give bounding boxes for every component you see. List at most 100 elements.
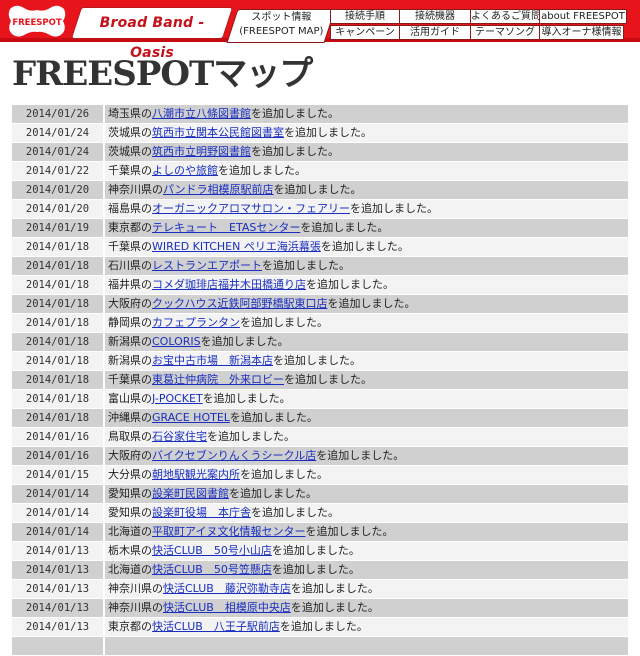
entry-spot-link[interactable]: 快活CLUB 藤沢弥勒寺店 (163, 582, 291, 595)
list-item: 2014/01/20 神奈川県のパンドラ相模原駅前店を追加しました。 (12, 181, 628, 199)
entry-text: 福井県のコメダ珈琲店福井木田橋通り店を追加しました。 (105, 276, 628, 294)
entry-spot-link[interactable]: 筑西市立関本公民館図書室 (152, 126, 284, 139)
list-item: 2014/01/18 千葉県の東葛辻仲病院 外来ロビーを追加しました。 (12, 371, 628, 389)
entry-prefecture: 北海道の (108, 525, 152, 538)
list-item: 2014/01/13 北海道の快活CLUB 50号笠懸店を追加しました。 (12, 561, 628, 579)
entry-date: 2014/01/14 (12, 485, 103, 503)
entry-spot-link[interactable]: 快活CLUB 八王子駅前店 (152, 620, 280, 633)
entry-text: 北海道の快活CLUB 50号笠懸店を追加しました。 (105, 561, 628, 579)
entry-spot-link[interactable]: レストランエアポート (152, 259, 262, 272)
entry-text: 大分県の朝地駅観光案内所を追加しました。 (105, 466, 628, 484)
list-item: 2014/01/18 福井県のコメダ珈琲店福井木田橋通り店を追加しました。 (12, 276, 628, 294)
nav-grid: 接続手順 キャンペーン 接続機器 活用ガイド よくあるご質問 テーマソング ab… (330, 9, 628, 41)
nav-campaign[interactable]: キャンペーン (330, 25, 400, 40)
entry-spot-link[interactable]: WIRED KITCHEN ペリエ海浜幕張 (152, 240, 321, 253)
entry-text: 東京都のテレキュート ETASセンターを追加しました。 (105, 219, 628, 237)
entry-spot-link[interactable]: 平取町アイヌ文化情報センター (152, 525, 305, 538)
list-item: 2014/01/19 東京都のテレキュート ETASセンターを追加しました。 (12, 219, 628, 237)
nav-about[interactable]: about FREESPOT (539, 9, 627, 24)
entry-spot-link[interactable]: GRACE HOTEL (152, 411, 230, 424)
entry-spot-link[interactable]: クックハウス近鉄阿部野橋駅東口店 (152, 297, 327, 310)
entry-suffix: を追加しました。 (284, 373, 372, 386)
entry-spot-link[interactable]: 東葛辻仲病院 外来ロビー (152, 373, 284, 386)
entry-spot-link[interactable]: 快活CLUB 50号笠懸店 (152, 563, 272, 576)
entry-prefecture: 静岡県の (108, 316, 152, 329)
entry-suffix: を追加しました。 (306, 278, 394, 291)
entry-date: 2014/01/18 (12, 390, 103, 408)
entry-suffix: を追加しました。 (327, 297, 416, 310)
entry-date: 2014/01/18 (12, 314, 103, 332)
nav-spot-info[interactable]: スポット情報 (FREESPOT MAP) (226, 9, 336, 43)
nav-usage-guide[interactable]: 活用ガイド (399, 25, 471, 40)
entry-spot-link[interactable]: 設楽町民図書館 (152, 487, 229, 500)
entry-spot-link[interactable]: パンドラ相模原駅前店 (163, 183, 274, 196)
entry-suffix: を追加しました。 (251, 107, 339, 120)
entry-spot-link[interactable]: COLORIS (152, 335, 201, 348)
entry-spot-link[interactable]: テレキュート ETASセンター (152, 221, 300, 234)
list-item: 2014/01/24 茨城県の筑西市立関本公民館図書室を追加しました。 (12, 124, 628, 142)
entry-suffix: を追加しました。 (229, 487, 317, 500)
entry-prefecture: 神奈川県の (108, 601, 163, 614)
list-item: 2014/01/16 大阪府のバイクセブンりんくうシークル店を追加しました。 (12, 447, 628, 465)
entry-spot-link[interactable]: お宝中古市場 新潟本店 (152, 354, 273, 367)
entry-text: 愛知県の設楽町民図書館を追加しました。 (105, 485, 628, 503)
entry-spot-link[interactable]: 朝地駅観光案内所 (152, 468, 240, 481)
nav-faq[interactable]: よくあるご質問 (470, 9, 540, 24)
entry-prefecture: 石川県の (108, 259, 152, 272)
entry-spot-link[interactable]: J-POCKET (152, 392, 203, 405)
nav-connection-steps[interactable]: 接続手順 (330, 9, 400, 24)
entry-prefecture: 大阪府の (108, 449, 152, 462)
entry-text: 神奈川県の快活CLUB 藤沢弥勒寺店を追加しました。 (105, 580, 628, 598)
entry-spot-link[interactable]: オーガニックアロマサロン・フェアリー (152, 202, 350, 215)
nav-devices[interactable]: 接続機器 (399, 9, 471, 24)
entry-date: 2014/01/26 (12, 105, 103, 123)
entry-spot-link[interactable]: コメダ珈琲店福井木田橋通り店 (152, 278, 306, 291)
entry-suffix: を追加しました。 (207, 430, 295, 443)
entry-prefecture: 福島県の (108, 202, 152, 215)
entry-spot-link[interactable]: カフェプランタン (152, 316, 240, 329)
entry-date: 2014/01/14 (12, 504, 103, 522)
entry-text: 千葉県のWIRED KITCHEN ペリエ海浜幕張を追加しました。 (105, 238, 628, 256)
entry-spot-link[interactable]: 八潮市立八條図書館 (152, 107, 251, 120)
page-title: FREESPOTマップ (12, 54, 313, 94)
entry-date: 2014/01/18 (12, 295, 103, 313)
entry-date: 2014/01/13 (12, 618, 103, 636)
entry-suffix: を追加しました。 (271, 544, 360, 557)
entry-suffix: を追加しました。 (305, 525, 394, 538)
entry-spot-link[interactable]: バイクセブンりんくうシークル店 (152, 449, 316, 462)
entry-date: 2014/01/13 (12, 542, 103, 560)
entry-text: 千葉県の東葛辻仲病院 外来ロビーを追加しました。 (105, 371, 628, 389)
entry-spot-link[interactable]: よしのや旅館 (152, 164, 218, 177)
entry-spot-link[interactable]: 筑西市立明野図書館 (152, 145, 251, 158)
entry-suffix: を追加しました。 (279, 620, 368, 633)
nav-owner-info[interactable]: 導入オーナ様情報 (539, 25, 624, 40)
list-item: 2014/01/18 石川県のレストランエアポートを追加しました。 (12, 257, 628, 275)
entry-date: 2014/01/16 (12, 447, 103, 465)
entry-spot-link[interactable]: 快活CLUB 相模原中央店 (163, 601, 291, 614)
entry-suffix: を追加しました。 (218, 164, 306, 177)
entry-suffix: を追加しました。 (200, 335, 289, 348)
entry-text: 千葉県のよしのや旅館を追加しました。 (105, 162, 628, 180)
entry-spot-link[interactable]: 快活CLUB 50号小山店 (152, 544, 272, 557)
entry-prefecture: 愛知県の (108, 487, 152, 500)
list-item: 2014/01/18 沖縄県のGRACE HOTELを追加しました。 (12, 409, 628, 427)
brand-banner[interactable]: Broad Band - Oasis (70, 7, 234, 61)
entry-spot-link[interactable]: 石谷家住宅 (152, 430, 207, 443)
entry-date: 2014/01/13 (12, 599, 103, 617)
entry-text: 埼玉県の八潮市立八條図書館を追加しました。 (105, 105, 628, 123)
entry-date: 2014/01/20 (12, 181, 103, 199)
nav-spot-info-line2: (FREESPOT MAP) (239, 26, 324, 37)
list-item: 2014/01/24 茨城県の筑西市立明野図書館を追加しました。 (12, 143, 628, 161)
entry-date: 2014/01/18 (12, 352, 103, 370)
main-nav: スポット情報 (FREESPOT MAP) 接続手順 キャンペーン 接続機器 活… (226, 9, 630, 43)
list-item: 2014/01/26 埼玉県の八潮市立八條図書館を追加しました。 (12, 105, 628, 123)
entry-date: 2014/01/18 (12, 409, 103, 427)
nav-theme-song[interactable]: テーマソング (470, 25, 540, 40)
site-header: FREESPOT Broad Band - Oasis スポット情報 (FREE… (0, 0, 640, 61)
freespot-logo[interactable]: FREESPOT (6, 3, 68, 39)
entry-date: 2014/01/15 (12, 466, 103, 484)
entry-suffix: を追加しました。 (240, 316, 328, 329)
entry-text: 茨城県の筑西市立明野図書館を追加しました。 (105, 143, 628, 161)
entry-text: 福島県のオーガニックアロマサロン・フェアリーを追加しました。 (105, 200, 628, 218)
entry-spot-link[interactable]: 設楽町役場 本庁舎 (152, 506, 251, 519)
